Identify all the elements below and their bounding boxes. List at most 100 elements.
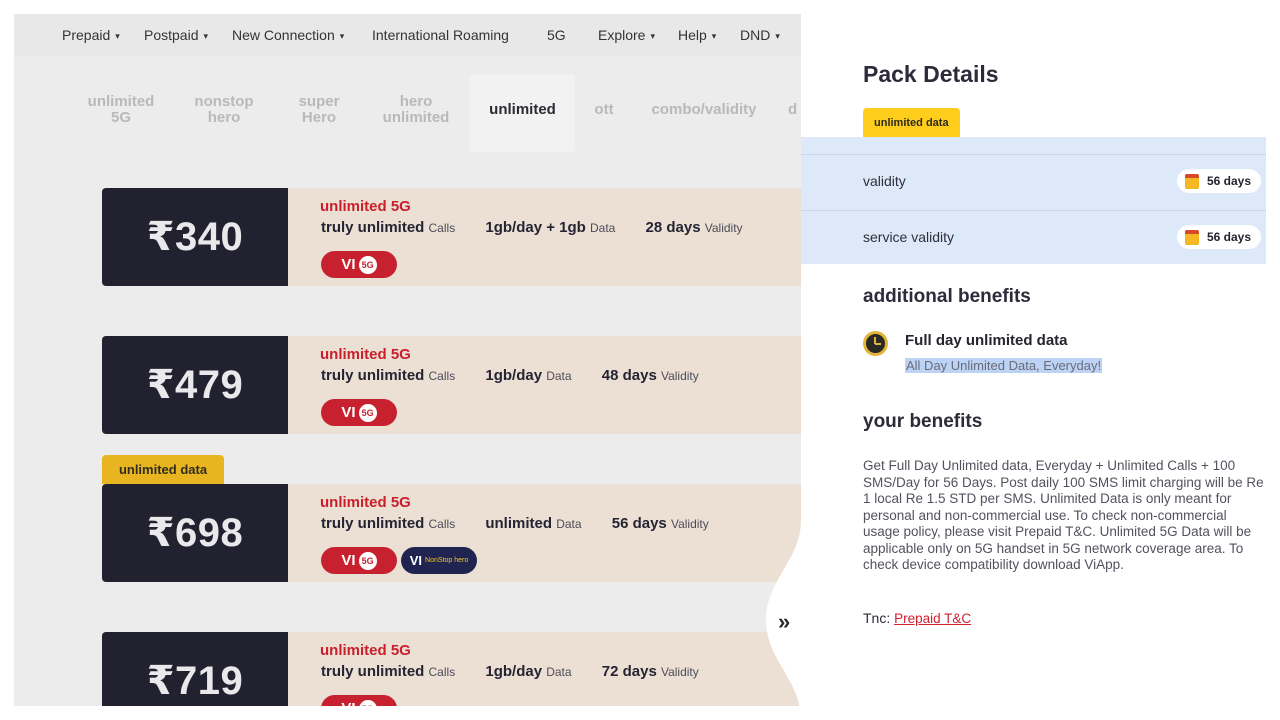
plan-name: unlimited 5G xyxy=(320,346,411,363)
calendar-icon xyxy=(1184,173,1199,189)
nav-explore[interactable]: Explore ▾ xyxy=(598,27,655,43)
plan-card[interactable]: ₹719 unlimited 5G truly unlimited Calls … xyxy=(102,632,801,706)
nav-dnd[interactable]: DND ▾ xyxy=(740,27,780,43)
validity-value: 28 days xyxy=(645,219,701,236)
5g-icon: 5G xyxy=(358,255,377,274)
plans-page: Prepaid ▾ Postpaid ▾ New Connection ▾ Inter… xyxy=(14,14,801,706)
detail-value-pill: 56 days xyxy=(1176,169,1261,193)
plan-price: ₹340 xyxy=(102,188,288,286)
tab-label: unlimited xyxy=(87,93,155,110)
tab-super-hero[interactable]: super Hero xyxy=(284,94,354,126)
nav-label: Explore xyxy=(598,27,646,43)
vi-5g-badge: VI5G xyxy=(321,695,397,706)
calls-unit: Calls xyxy=(428,665,456,679)
chevron-down-icon: ▾ xyxy=(339,30,345,41)
data-value: 1gb/day xyxy=(485,663,543,680)
nav-postpaid[interactable]: Postpaid ▾ xyxy=(144,27,208,43)
data-unit: Data xyxy=(546,665,572,679)
plan-price: ₹698 xyxy=(102,484,288,582)
additional-benefits-heading: additional benefits xyxy=(863,286,1031,307)
tab-nonstop-hero[interactable]: nonstop hero xyxy=(182,94,266,126)
tab-label: super xyxy=(298,93,340,110)
tab-combo-validity[interactable]: combo/validity xyxy=(642,102,766,118)
detail-row-service-validity: service validity 56 days xyxy=(801,210,1266,265)
chevron-down-icon: ▾ xyxy=(203,30,209,41)
plan-badges: VI5G xyxy=(321,399,397,426)
data-unit: Data xyxy=(546,369,572,383)
data-value: 1gb/day xyxy=(485,367,543,384)
data-unit: Data xyxy=(556,517,582,531)
plan-tag: unlimited data xyxy=(102,455,224,484)
chevron-down-icon: ▾ xyxy=(711,30,717,41)
nav-label: Postpaid xyxy=(144,27,199,43)
plan-features: truly unlimited Calls 1gb/day Data 72 da… xyxy=(321,663,725,680)
plan-features: truly unlimited Calls unlimited Data 56 … xyxy=(321,515,735,532)
tnc-line: Tnc: Prepaid T&C xyxy=(863,610,971,626)
tab-label: unlimited xyxy=(382,109,450,126)
nav-label: Prepaid xyxy=(62,27,111,43)
nav-prepaid[interactable]: Prepaid ▾ xyxy=(62,27,120,43)
nonstop-hero-badge: VI NonStop hero xyxy=(401,547,477,574)
validity-unit: Validity xyxy=(660,665,699,679)
tab-label: unlimited xyxy=(489,101,556,118)
tab-label: Hero xyxy=(301,109,337,126)
tab-ott[interactable]: ott xyxy=(584,102,624,118)
tab-label: nonstop xyxy=(194,93,254,110)
plan-card[interactable]: ₹479 unlimited 5G truly unlimited Calls … xyxy=(102,336,801,434)
vi-logo: VI xyxy=(341,700,355,706)
double-chevron-right-icon[interactable]: » xyxy=(778,609,790,635)
nav-help[interactable]: Help ▾ xyxy=(678,27,716,43)
tab-unlimited[interactable]: unlimited xyxy=(470,74,575,152)
calls-unit: Calls xyxy=(428,517,456,531)
validity-unit: Validity xyxy=(660,369,699,383)
pack-details-list: validity 56 days service validity 56 day… xyxy=(801,137,1266,264)
detail-value: 56 days xyxy=(1206,230,1251,244)
tab-label: combo/validity xyxy=(651,101,757,118)
vi-logo: VI xyxy=(341,256,356,273)
plan-price: ₹479 xyxy=(102,336,288,434)
validity-value: 56 days xyxy=(611,515,667,532)
divider xyxy=(801,154,1266,155)
tnc-label: Tnc: xyxy=(863,610,891,626)
tab-unlimited-5g[interactable]: unlimited 5G xyxy=(78,94,164,126)
nav-5g[interactable]: 5G xyxy=(547,27,566,43)
plan-price: ₹719 xyxy=(102,632,288,706)
detail-row-validity: validity 56 days xyxy=(801,154,1266,209)
calls-value: truly unlimited xyxy=(321,367,425,384)
nav-label: 5G xyxy=(547,27,566,43)
nav-international-roaming[interactable]: International Roaming xyxy=(372,27,509,43)
nav-label: New Connection xyxy=(232,27,335,43)
calls-unit: Calls xyxy=(428,369,456,383)
tab-hero-unlimited[interactable]: hero unlimited xyxy=(374,94,458,126)
tab-label: hero xyxy=(399,93,433,110)
divider xyxy=(801,210,1266,211)
calls-value: truly unlimited xyxy=(321,515,425,532)
tab-truncated[interactable]: d xyxy=(788,102,801,118)
your-benefits-heading: your benefits xyxy=(863,411,983,432)
detail-value: 56 days xyxy=(1206,174,1251,188)
plan-features: truly unlimited Calls 1gb/day Data 48 da… xyxy=(321,367,725,384)
vi-5g-badge: VI5G xyxy=(321,547,397,574)
tab-label: hero xyxy=(207,109,241,126)
detail-label: service validity xyxy=(863,229,955,245)
nav-new-connection[interactable]: New Connection ▾ xyxy=(232,27,344,43)
plan-badges: VI5G xyxy=(321,695,397,706)
validity-value: 48 days xyxy=(601,367,657,384)
plan-card[interactable]: ₹698 unlimited 5G truly unlimited Calls … xyxy=(102,484,801,582)
nav-label: International Roaming xyxy=(372,27,509,43)
chevron-down-icon: ▾ xyxy=(115,30,120,41)
nav-label: DND xyxy=(740,27,771,43)
calls-unit: Calls xyxy=(428,221,456,235)
detail-label: validity xyxy=(863,173,906,189)
vi-logo: VI xyxy=(341,552,356,569)
clock-icon xyxy=(863,331,888,356)
vi-logo: VI xyxy=(341,404,356,421)
tab-label: 5G xyxy=(110,109,131,126)
chevron-down-icon: ▾ xyxy=(650,30,655,41)
plan-badges: VI5G xyxy=(321,251,397,278)
plan-features: truly unlimited Calls 1gb/day + 1gb Data… xyxy=(321,219,769,236)
prepaid-tnc-link[interactable]: Prepaid T&C xyxy=(894,611,971,626)
validity-unit: Validity xyxy=(704,221,743,235)
5g-icon: 5G xyxy=(358,403,377,422)
plan-card[interactable]: ₹340 unlimited 5G truly unlimited Calls … xyxy=(102,188,801,286)
